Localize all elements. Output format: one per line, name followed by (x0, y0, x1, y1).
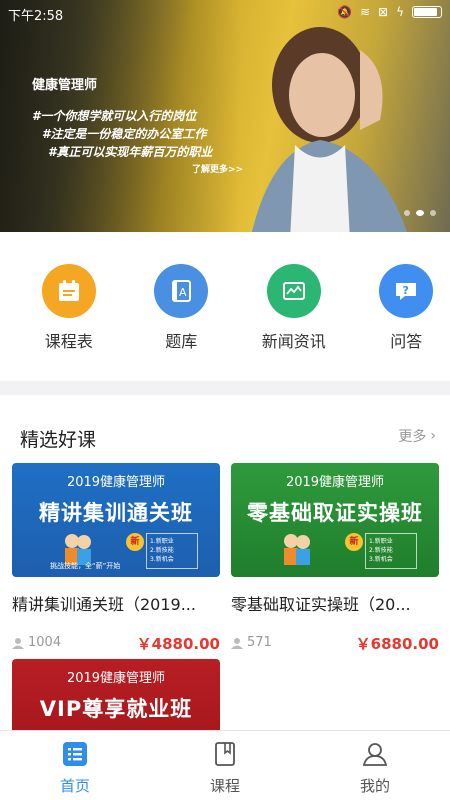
quick-nav-label: 课程表 (44, 332, 93, 351)
thumbnail-box: 1.新职业 2.新技能 3.新机会 (365, 533, 417, 569)
banner-line: #真正可以实现年薪百万的职业 (48, 145, 213, 159)
course-thumbnail: 2019健康管理师 精讲集训通关班 新 1.新职业 2.新技能 3.新机会 挑战… (12, 463, 220, 577)
course-price: ￥6880.00 (355, 635, 439, 653)
quick-nav-schedule[interactable]: 课程表 (25, 232, 113, 380)
section-divider (0, 381, 450, 395)
course-title: 精讲集训通关班（2019... (12, 595, 196, 614)
cartoon-figures-image (284, 534, 310, 565)
thumbnail-title: VIP尊享就业班 (39, 697, 193, 721)
thumbnail-subtitle: 2019健康管理师 (66, 475, 166, 490)
charging-icon: ϟ (396, 5, 404, 19)
svg-text:?: ? (403, 284, 409, 297)
quick-nav-label: 问答 (390, 332, 423, 351)
news-icon (266, 264, 321, 318)
course-price: ￥4880.00 (136, 635, 220, 653)
status-icons: 🔕 ≋ ⊠ ϟ (337, 5, 442, 19)
new-badge: 新 (126, 533, 144, 551)
student-count-value: 1004 (28, 635, 62, 650)
carousel-dot-active[interactable] (416, 210, 424, 216)
banner-line: #一个你想学就可以入行的岗位 (32, 109, 197, 123)
course-title: 零基础取证实操班（20... (231, 595, 411, 614)
wifi-icon: ≋ (359, 5, 371, 19)
mute-icon: 🔕 (337, 5, 352, 19)
quick-nav-qa[interactable]: ? 问答 (363, 232, 450, 380)
quick-nav-news[interactable]: 新闻资讯 (250, 232, 338, 380)
thumbnail-box: 1.新职业 2.新技能 3.新机会 (146, 533, 198, 569)
tab-home[interactable]: 首页 (0, 731, 150, 800)
thumbnail-title: 零基础取证实操班 (247, 501, 423, 525)
new-badge: 新 (345, 533, 363, 551)
box-line: 2.新技能 (150, 547, 174, 554)
question-icon: ? (379, 264, 434, 318)
box-line: 2.新技能 (369, 547, 393, 554)
course-book-icon (212, 741, 238, 767)
course-card[interactable]: 2019健康管理师 精讲集训通关班 新 1.新职业 2.新技能 3.新机会 挑战… (12, 463, 220, 653)
quick-nav-question-bank[interactable]: A 题库 (138, 232, 226, 380)
carousel-dot[interactable] (430, 210, 436, 216)
banner-title: 健康管理师 (32, 78, 98, 93)
banner-text: 健康管理师 #一个你想学就可以入行的岗位 #注定是一份稳定的办公室工作 #真正可… (32, 74, 212, 161)
course-thumbnail: 2019健康管理师 零基础取证实操班 新 1.新职业 2.新技能 3.新机会 (231, 463, 439, 577)
student-count-value: 571 (247, 635, 272, 650)
student-count: 1004 (12, 635, 61, 650)
cartoon-figures-image (65, 534, 91, 565)
banner-line: #注定是一份稳定的办公室工作 (42, 127, 207, 141)
more-label: 更多 (398, 429, 427, 445)
quick-nav: 课程表 A 题库 新闻资讯 ? 问答 (0, 232, 450, 380)
box-line: 1.新职业 (369, 538, 393, 545)
thumbnail-slogan: 挑战技能，全“薪”开始 (50, 562, 121, 570)
bottom-tab-bar: 首页 课程 我的 (0, 730, 450, 800)
banner-carousel[interactable]: 下午2:58 🔕 ≋ ⊠ ϟ 健康管理师 #一个你想学就可以入行的岗位 #注定是… (0, 0, 450, 232)
featured-section-header: 精选好课 更多 › (0, 395, 450, 461)
banner-person-image (251, 27, 408, 232)
chevron-right-icon: › (430, 428, 436, 444)
section-title: 精选好课 (20, 429, 97, 451)
tab-label: 我的 (359, 777, 390, 795)
home-list-icon (62, 741, 88, 767)
thumbnail-title: 精讲集训通关班 (39, 501, 193, 525)
course-card[interactable]: 2019健康管理师 零基础取证实操班 新 1.新职业 2.新技能 3.新机会 零… (231, 463, 439, 653)
student-count: 571 (231, 635, 272, 650)
course-meta: 571 ￥6880.00 (231, 633, 439, 653)
box-line: 3.新机会 (369, 556, 393, 563)
person-icon (12, 637, 24, 649)
tab-label: 首页 (59, 777, 90, 795)
tab-label: 课程 (209, 777, 240, 795)
quick-nav-label: 题库 (165, 332, 198, 351)
carousel-dots (404, 210, 436, 216)
person-icon (231, 637, 243, 649)
no-sim-icon: ⊠ (378, 5, 389, 19)
section-more-link[interactable]: 更多 › (398, 426, 436, 446)
box-line: 3.新机会 (150, 556, 174, 563)
calendar-icon (41, 264, 96, 318)
tab-profile[interactable]: 我的 (300, 731, 450, 800)
book-icon: A (154, 264, 209, 318)
thumbnail-subtitle: 2019健康管理师 (285, 475, 385, 490)
status-bar: 下午2:58 🔕 ≋ ⊠ ϟ (0, 0, 450, 26)
tab-courses[interactable]: 课程 (150, 731, 300, 800)
banner-more-link[interactable]: 了解更多>> (192, 162, 243, 175)
thumbnail-subtitle: 2019健康管理师 (66, 671, 166, 686)
quick-nav-label: 新闻资讯 (261, 332, 326, 351)
status-time: 下午2:58 (8, 9, 64, 24)
carousel-dot[interactable] (404, 210, 410, 216)
course-meta: 1004 ￥4880.00 (12, 633, 220, 653)
svg-text:A: A (179, 286, 187, 299)
box-line: 1.新职业 (150, 538, 174, 545)
battery-icon (412, 6, 442, 18)
user-icon (362, 741, 388, 767)
